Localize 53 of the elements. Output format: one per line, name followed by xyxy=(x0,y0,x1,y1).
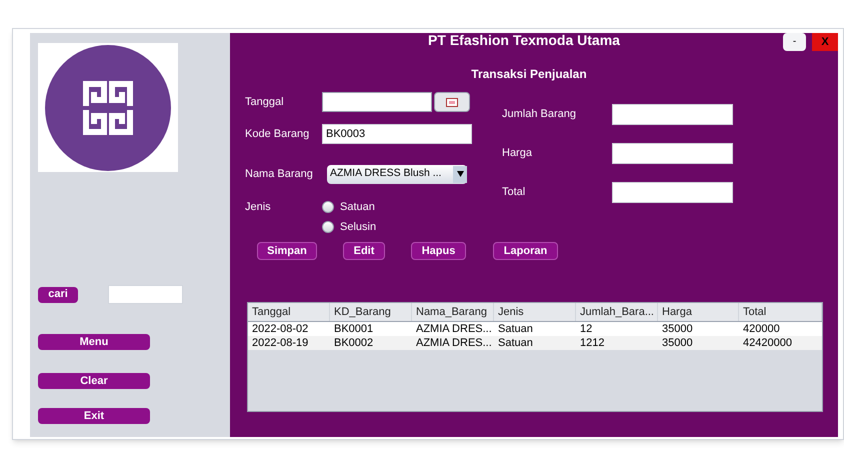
column-header: Tanggal xyxy=(248,303,330,321)
menu-button[interactable]: Clear xyxy=(38,373,150,389)
menu-button[interactable]: Menu xyxy=(38,334,150,350)
minimize-button[interactable]: - xyxy=(783,33,806,51)
field-label: Nama Barang xyxy=(245,166,314,182)
form-title: Transaksi Penjualan xyxy=(470,66,588,83)
table-cell-text: Satuan xyxy=(497,322,534,336)
field-label: Harga xyxy=(502,146,533,161)
table-cell-text: 420000 xyxy=(742,322,781,336)
column-header: Jumlah_Bara... xyxy=(576,303,658,321)
field-label: Tanggal xyxy=(245,94,285,110)
table-cell-text: Satuan xyxy=(497,336,534,350)
table-cell-text: 35000 xyxy=(661,336,694,350)
table-cell-text: 12 xyxy=(579,322,594,336)
radio-label: Satuan xyxy=(340,200,375,215)
table-cell-text: AZMIA DRES... xyxy=(415,322,493,336)
action-button[interactable]: Hapus xyxy=(411,242,466,260)
code-field[interactable]: BK0003 xyxy=(322,124,472,144)
table-cell-text: 35000 xyxy=(661,322,694,336)
field-label: Total xyxy=(502,184,526,200)
text-field[interactable] xyxy=(612,182,733,202)
field-label: Kode Barang xyxy=(245,126,310,142)
item-dropdown[interactable]: AZMIA DRESS Blush ... xyxy=(327,164,467,184)
search-field[interactable] xyxy=(108,285,183,304)
table-cell-text: 1212 xyxy=(579,336,606,350)
action-button[interactable]: Edit xyxy=(343,242,385,260)
table-cell-text: BK0001 xyxy=(333,322,374,336)
column-header: KD_Barang xyxy=(330,303,412,321)
search-button[interactable]: cari xyxy=(38,286,78,302)
radio-label: Selusin xyxy=(340,220,376,235)
text-field[interactable] xyxy=(612,142,733,164)
action-button[interactable]: Laporan xyxy=(493,242,558,260)
calendar-icon xyxy=(446,98,458,106)
field-label: Jenis xyxy=(245,200,272,215)
table-cell-text: AZMIA DRES... xyxy=(415,336,493,350)
table-cell-text: BK0002 xyxy=(333,336,374,350)
calendar-button[interactable] xyxy=(434,92,470,112)
column-header: Nama_Barang xyxy=(412,303,494,321)
date-field[interactable] xyxy=(322,92,432,112)
column-header: Jenis xyxy=(494,303,576,321)
table-cell-text: 42420000 xyxy=(742,336,793,350)
action-button[interactable]: Simpan xyxy=(257,242,317,260)
radio-button[interactable] xyxy=(322,201,334,213)
window-title: PT Efashion Texmoda Utama xyxy=(428,33,620,47)
text-field[interactable] xyxy=(612,104,733,124)
column-header: Harga xyxy=(658,303,739,321)
menu-button[interactable]: Exit xyxy=(38,408,150,424)
radio-button[interactable] xyxy=(322,221,334,233)
column-header: Total xyxy=(739,303,822,321)
field-label: Jumlah Barang xyxy=(502,106,577,122)
close-button[interactable]: X xyxy=(812,33,838,51)
table-cell-text: 2022-08-02 xyxy=(251,322,310,336)
table-cell-text: 2022-08-19 xyxy=(251,336,310,350)
